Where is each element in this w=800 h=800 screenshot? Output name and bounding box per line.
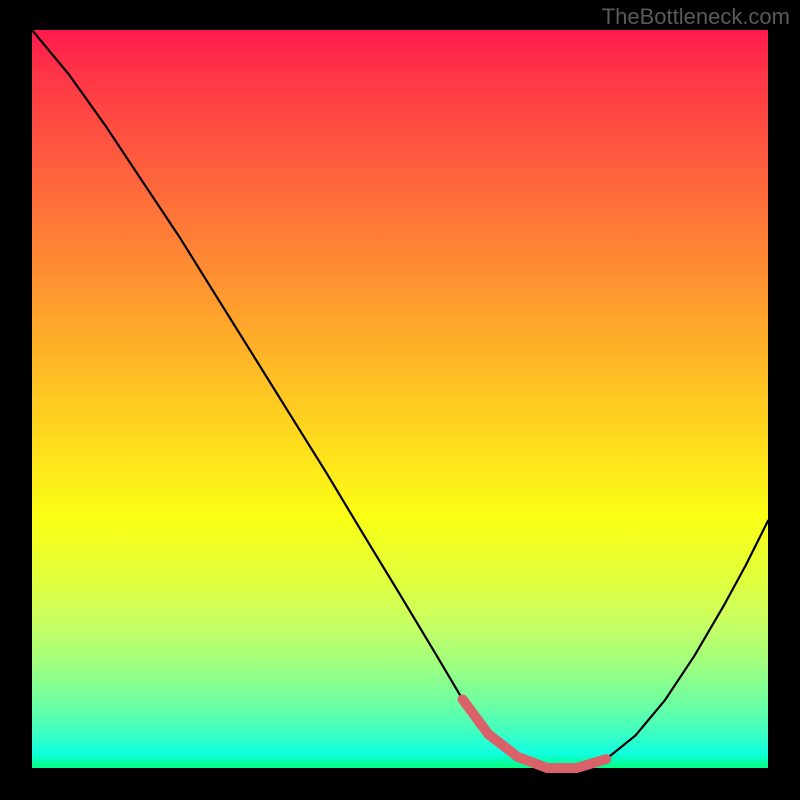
highlight-segment-path bbox=[463, 699, 606, 768]
attribution-text: TheBottleneck.com bbox=[602, 4, 790, 30]
chart-svg bbox=[32, 30, 768, 768]
bottleneck-curve-path bbox=[32, 30, 768, 768]
chart-plot-area bbox=[32, 30, 768, 768]
